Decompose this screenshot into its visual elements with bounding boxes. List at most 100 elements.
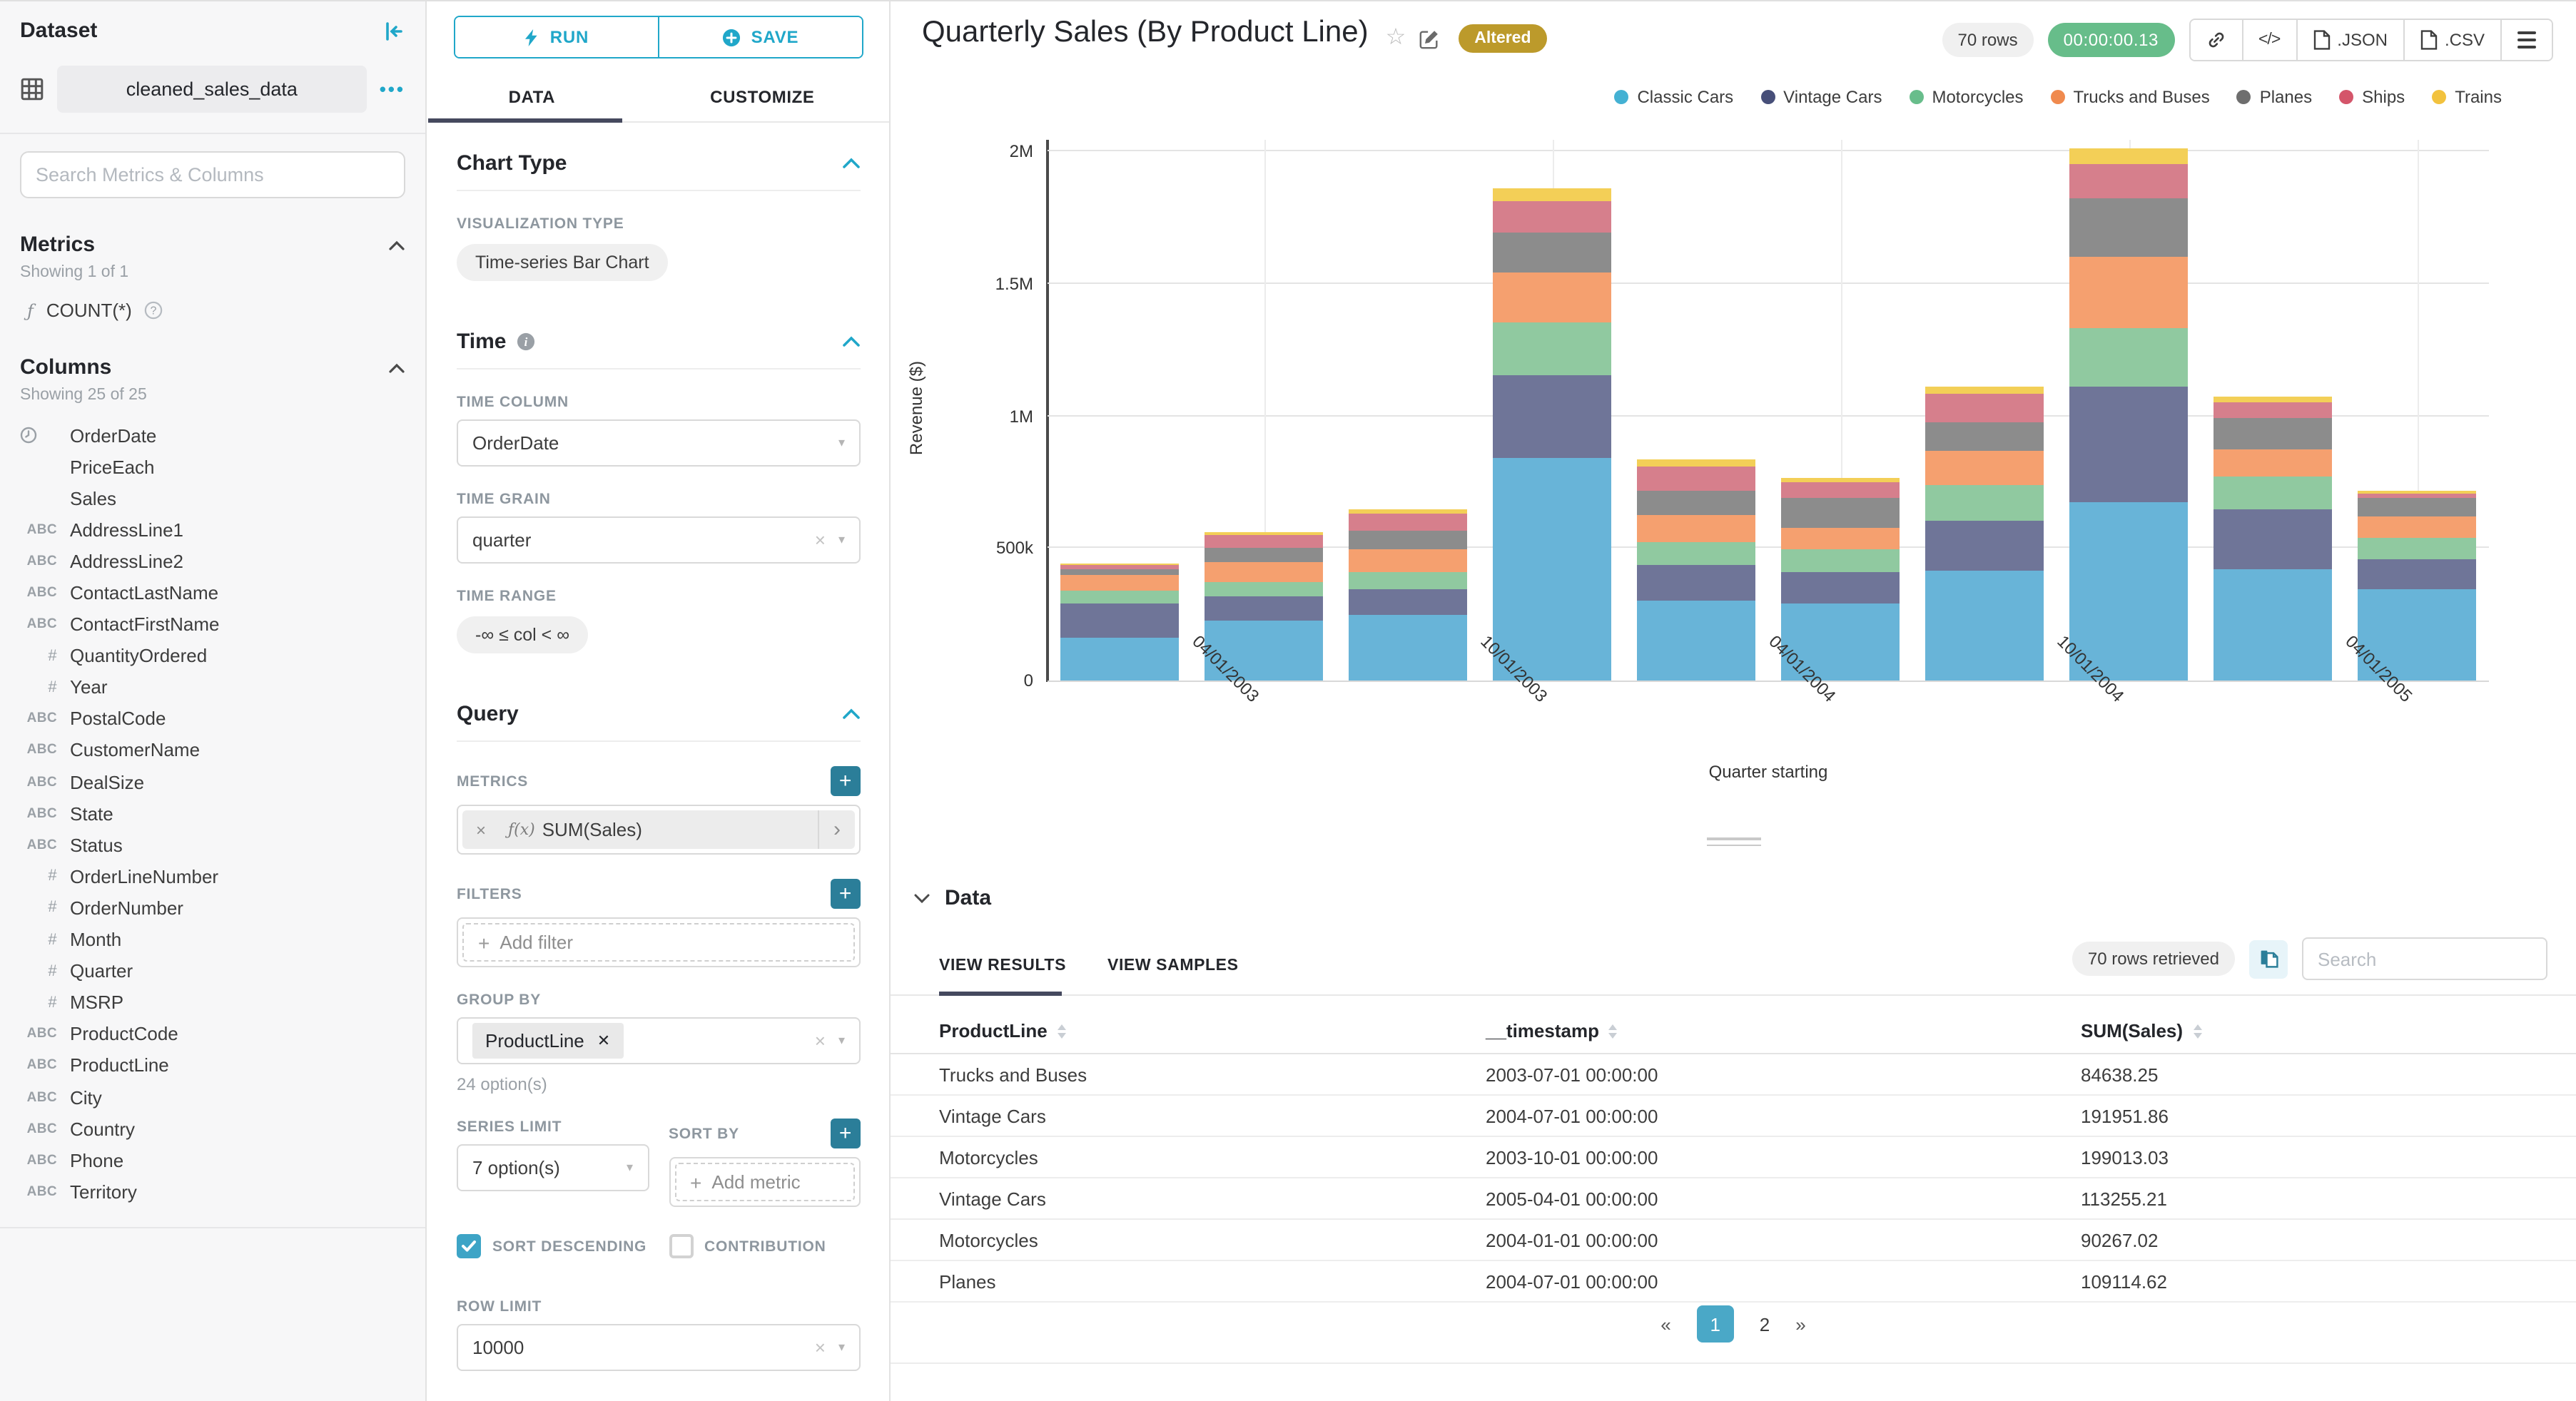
bar-segment[interactable]	[2214, 509, 2332, 570]
chevron-up-icon[interactable]	[842, 708, 861, 720]
time-column-select[interactable]: OrderDate ▾	[457, 419, 861, 467]
bar-segment[interactable]	[2358, 559, 2476, 590]
table-row[interactable]: Planes 2004-07-01 00:00:00 109114.62	[891, 1261, 2576, 1303]
edit-title-icon[interactable]	[1419, 28, 1440, 49]
chevron-up-icon[interactable]	[842, 157, 861, 170]
bar-segment[interactable]	[2069, 148, 2188, 164]
remove-metric-icon[interactable]: ×	[462, 820, 500, 840]
column-item[interactable]: ABC PostalCode	[20, 703, 405, 735]
bar-segment[interactable]	[1781, 549, 1900, 573]
legend-item[interactable]: Classic Cars	[1614, 87, 1733, 107]
bar-stack[interactable]	[1493, 140, 1611, 681]
time-range-value[interactable]: -∞ ≤ col < ∞	[457, 616, 589, 653]
bar-stack[interactable]	[1205, 140, 1323, 681]
add-sort-metric-button[interactable]: +	[831, 1119, 861, 1148]
legend-item[interactable]: Motorcycles	[1909, 87, 2024, 107]
table-search-input[interactable]	[2302, 937, 2547, 980]
bar-segment[interactable]	[1781, 478, 1900, 483]
table-row[interactable]: Motorcycles 2003-10-01 00:00:00 199013.03	[891, 1137, 2576, 1178]
legend-item[interactable]: Vintage Cars	[1760, 87, 1882, 107]
bar-stack[interactable]	[1781, 140, 1900, 681]
bar-segment[interactable]	[2069, 257, 2188, 328]
save-button[interactable]: SAVE	[658, 17, 862, 57]
bar-segment[interactable]	[1637, 515, 1755, 542]
bar-segment[interactable]	[1349, 589, 1467, 615]
bar-segment[interactable]	[1349, 514, 1467, 531]
bar-segment[interactable]	[2214, 402, 2332, 418]
bar-segment[interactable]	[2214, 397, 2332, 403]
menu-button[interactable]	[2500, 20, 2552, 60]
bar-segment[interactable]	[1349, 572, 1467, 590]
favorite-star-icon[interactable]: ☆	[1386, 26, 1406, 50]
bar-segment[interactable]	[1060, 603, 1179, 638]
add-filter-dropzone[interactable]: + Add filter	[462, 923, 855, 962]
bar-segment[interactable]	[2358, 493, 2476, 498]
bar-stack[interactable]	[1637, 140, 1755, 681]
bar-segment[interactable]	[1925, 520, 2044, 571]
table-row[interactable]: Motorcycles 2004-01-01 00:00:00 90267.02	[891, 1220, 2576, 1261]
bar-segment[interactable]	[1493, 188, 1611, 201]
bar-segment[interactable]	[1493, 322, 1611, 375]
bar-segment[interactable]	[1060, 569, 1179, 575]
visualization-type-value[interactable]: Time-series Bar Chart	[457, 244, 668, 281]
bar-segment[interactable]	[1060, 564, 1179, 570]
column-header-productline[interactable]: ProductLine	[939, 1020, 1486, 1041]
column-item[interactable]: Sales	[20, 482, 405, 514]
column-item[interactable]: ABC Phone	[20, 1144, 405, 1176]
column-item[interactable]: ABC AddressLine1	[20, 514, 405, 546]
bar-segment[interactable]	[1637, 459, 1755, 467]
add-sort-metric-dropzone[interactable]: + Add metric	[674, 1163, 855, 1201]
copy-link-button[interactable]	[2190, 20, 2241, 60]
bar-stack[interactable]	[2214, 140, 2332, 681]
time-grain-select[interactable]: quarter × ▾	[457, 516, 861, 564]
bar-segment[interactable]	[2358, 497, 2476, 516]
tab-data[interactable]: DATA	[428, 77, 636, 121]
bar-segment[interactable]	[1637, 601, 1755, 681]
clear-icon[interactable]: ×	[815, 1030, 826, 1051]
altered-badge[interactable]: Altered	[1459, 24, 1547, 53]
chevron-up-icon[interactable]	[842, 335, 861, 348]
chevron-up-icon[interactable]	[388, 239, 405, 250]
bar-segment[interactable]	[2358, 537, 2476, 560]
bar-segment[interactable]	[2069, 327, 2188, 387]
sort-descending-checkbox[interactable]: SORT DESCENDING	[457, 1234, 649, 1259]
bar-segment[interactable]	[1493, 233, 1611, 272]
bar-segment[interactable]	[2214, 569, 2332, 681]
bar-segment[interactable]	[1781, 527, 1900, 550]
bar-segment[interactable]	[1637, 541, 1755, 566]
bar-segment[interactable]	[1925, 571, 2044, 681]
pagination-prev[interactable]: «	[1660, 1313, 1670, 1335]
column-item[interactable]: # OrderLineNumber	[20, 861, 405, 892]
bar-segment[interactable]	[1925, 422, 2044, 451]
bar-segment[interactable]	[1493, 458, 1611, 681]
bar-segment[interactable]	[1205, 561, 1323, 583]
clear-icon[interactable]: ×	[815, 1338, 826, 1359]
column-item[interactable]: # Year	[20, 672, 405, 703]
checkbox-checked-icon[interactable]	[457, 1234, 481, 1258]
bar-segment[interactable]	[1349, 614, 1467, 681]
run-button[interactable]: RUN	[455, 17, 658, 57]
copy-data-button[interactable]	[2249, 939, 2288, 978]
pagination-page-2[interactable]: 2	[1760, 1313, 1770, 1335]
column-header-timestamp[interactable]: __timestamp	[1486, 1020, 2081, 1041]
bar-segment[interactable]	[1349, 509, 1467, 514]
add-metric-button[interactable]: +	[831, 766, 861, 796]
chevron-up-icon[interactable]	[388, 362, 405, 373]
bar-segment[interactable]	[2069, 386, 2188, 503]
bar-segment[interactable]	[1637, 565, 1755, 601]
bar-segment[interactable]	[2358, 490, 2476, 494]
bar-segment[interactable]	[1925, 394, 2044, 422]
bar-segment[interactable]	[2214, 417, 2332, 449]
series-limit-select[interactable]: 7 option(s) ▾	[457, 1144, 649, 1191]
bar-segment[interactable]	[1925, 450, 2044, 485]
column-item[interactable]: ABC State	[20, 798, 405, 829]
bar-segment[interactable]	[1925, 484, 2044, 521]
column-item[interactable]: ABC ProductLine	[20, 1050, 405, 1081]
bar-segment[interactable]	[1060, 591, 1179, 604]
checkbox-unchecked-icon[interactable]	[669, 1234, 693, 1258]
group-by-select[interactable]: ProductLine ✕ × ▾	[457, 1017, 861, 1064]
bar-segment[interactable]	[1637, 491, 1755, 516]
bar-segment[interactable]	[1349, 549, 1467, 572]
bar-segment[interactable]	[1781, 482, 1900, 499]
bar-segment[interactable]	[1060, 574, 1179, 591]
